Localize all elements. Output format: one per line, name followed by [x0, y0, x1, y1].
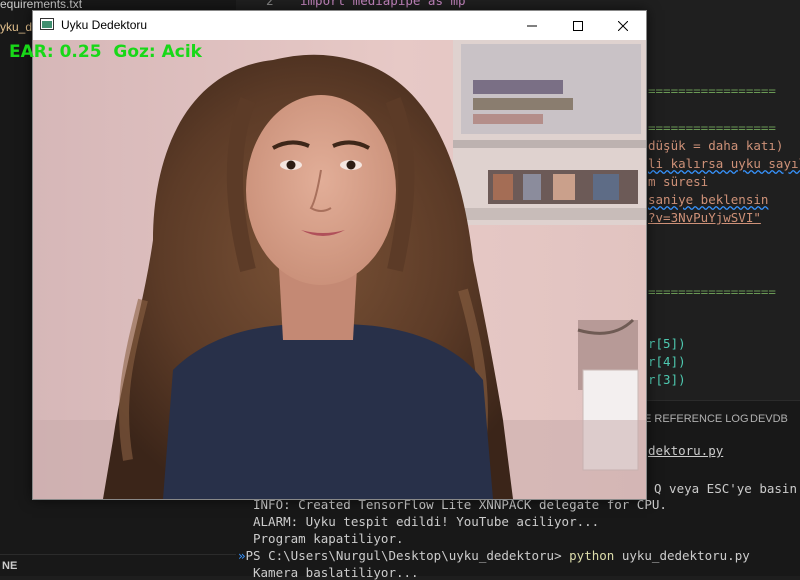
explorer-section-outline[interactable]: NE — [0, 554, 236, 576]
code-line-import: import mediapipe as mp — [300, 0, 466, 8]
code-line: li kalırsa uyku sayıl — [648, 156, 800, 171]
terminal-prompt: PS C:\Users\Nurgul\Desktop\uyku_dedektor… — [245, 548, 562, 563]
code-line: r[3]) — [648, 372, 686, 387]
window-titlebar[interactable]: Uyku Dedektoru — [33, 11, 646, 40]
close-icon — [618, 20, 628, 31]
code-line: r[4]) — [648, 354, 686, 369]
window-title: Uyku Dedektoru — [61, 18, 148, 32]
maximize-icon — [573, 20, 583, 31]
code-line: r[5]) — [648, 336, 686, 351]
terminal-filename: dektoru.py — [648, 443, 724, 458]
eye-state-readout: Goz: Acik — [113, 42, 202, 62]
terminal-line: Kamera baslatiliyor... — [253, 565, 419, 580]
webcam-frame-image — [33, 40, 646, 499]
prompt-arrow-icon: » — [238, 548, 246, 563]
close-button[interactable] — [600, 11, 646, 40]
terminal-command: python — [569, 548, 615, 563]
code-comment-rule: ================= — [648, 83, 776, 98]
maximize-button[interactable] — [555, 11, 601, 40]
ear-readout: EAR: 0.25 — [9, 42, 102, 62]
line-number: 2 — [266, 0, 274, 8]
code-comment-rule: ================= — [648, 284, 776, 299]
terminal-command-arg: uyku_dedektoru.py — [621, 548, 750, 563]
code-comment-rule: ================= — [648, 120, 776, 135]
terminal-line: Q veya ESC'ye basin. — [654, 481, 800, 496]
tab-devdb[interactable]: DEVDB — [750, 413, 788, 425]
webcam-feed — [33, 40, 646, 499]
app-window-icon — [40, 18, 54, 30]
code-line: düşük = daha katı) — [648, 138, 784, 153]
terminal-line: ALARM: Uyku tespit edildi! YouTube acili… — [253, 514, 600, 529]
terminal-line: Program kapatiliyor. — [253, 531, 404, 546]
uyku-dedektoru-window[interactable]: Uyku Dedektoru — [32, 10, 647, 500]
minimize-icon — [527, 25, 537, 26]
code-line-url: ?v=3NvPuYjwSVI" — [648, 210, 761, 225]
terminal-prompt-line: »PS C:\Users\Nurgul\Desktop\uyku_dedekto… — [238, 548, 750, 563]
explorer-file-uyku[interactable]: yku_d — [0, 20, 32, 34]
tab-reference-log[interactable]: E REFERENCE LOG — [644, 413, 749, 425]
code-line: saniye beklensin — [648, 192, 769, 207]
minimize-button[interactable] — [509, 11, 555, 40]
code-line: m süresi — [648, 174, 709, 189]
detection-overlay: EAR: 0.25 Goz: Acik — [9, 42, 202, 62]
